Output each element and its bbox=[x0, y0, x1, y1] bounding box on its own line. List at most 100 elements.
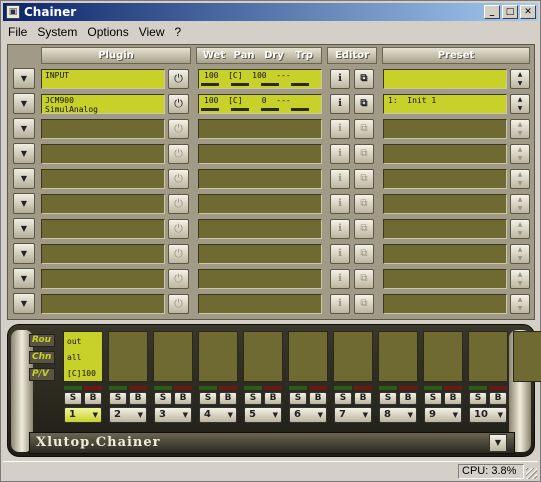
editor-open-icon[interactable]: ⧉ bbox=[354, 69, 374, 89]
bypass-power-icon[interactable]: ⏻ bbox=[168, 69, 189, 89]
slot-menu-button[interactable]: ▼ bbox=[13, 268, 35, 289]
preset-display[interactable] bbox=[383, 119, 507, 139]
slot-menu-button[interactable]: ▼ bbox=[13, 143, 35, 164]
preset-spinner[interactable]: ▲ ▼ bbox=[510, 244, 530, 264]
rack-slot-display[interactable] bbox=[423, 331, 463, 382]
editor-open-icon[interactable]: ⧉ bbox=[354, 94, 374, 114]
editor-info-icon[interactable]: ℹ bbox=[330, 94, 350, 114]
mix-display[interactable] bbox=[198, 169, 322, 189]
preset-spinner[interactable]: ▲ ▼ bbox=[510, 294, 530, 314]
editor-open-icon[interactable]: ⧉ bbox=[354, 294, 374, 314]
menu-system[interactable]: System bbox=[32, 25, 82, 39]
bypass-button[interactable]: B bbox=[264, 392, 282, 405]
bypass-button[interactable]: B bbox=[219, 392, 237, 405]
slot-select-button[interactable]: 1 ▼ bbox=[64, 407, 102, 423]
mix-display[interactable] bbox=[198, 269, 322, 289]
editor-info-icon[interactable]: ℹ bbox=[330, 144, 350, 164]
bypass-power-icon[interactable]: ⏻ bbox=[168, 119, 189, 139]
preset-spinner[interactable]: ▲ ▼ bbox=[510, 269, 530, 289]
minimize-button[interactable]: _ bbox=[484, 5, 500, 19]
editor-open-icon[interactable]: ⧉ bbox=[354, 244, 374, 264]
solo-button[interactable]: S bbox=[199, 392, 217, 405]
bypass-power-icon[interactable]: ⏻ bbox=[168, 169, 189, 189]
editor-info-icon[interactable]: ℹ bbox=[330, 219, 350, 239]
slot-select-button[interactable]: 6 ▼ bbox=[289, 407, 327, 423]
slot-select-button[interactable]: 3 ▼ bbox=[154, 407, 192, 423]
solo-button[interactable]: S bbox=[379, 392, 397, 405]
preset-display[interactable] bbox=[383, 294, 507, 314]
menu-help[interactable]: ? bbox=[170, 25, 187, 39]
preset-display[interactable]: 1: Init 1 bbox=[383, 94, 507, 114]
preset-spinner[interactable]: ▲ ▼ bbox=[510, 169, 530, 189]
bypass-power-icon[interactable]: ⏻ bbox=[168, 294, 189, 314]
slot-menu-button[interactable]: ▼ bbox=[13, 193, 35, 214]
preset-display[interactable] bbox=[383, 169, 507, 189]
editor-info-icon[interactable]: ℹ bbox=[330, 69, 350, 89]
plugin-display[interactable]: INPUT bbox=[41, 69, 165, 89]
maximize-button[interactable]: □ bbox=[502, 5, 518, 19]
solo-button[interactable]: S bbox=[334, 392, 352, 405]
slot-menu-button[interactable]: ▼ bbox=[13, 243, 35, 264]
bypass-power-icon[interactable]: ⏻ bbox=[168, 144, 189, 164]
mix-display[interactable] bbox=[198, 194, 322, 214]
mix-display[interactable] bbox=[198, 244, 322, 264]
rack-slot-display[interactable] bbox=[333, 331, 373, 382]
preset-spinner[interactable]: ▲ ▼ bbox=[510, 94, 530, 114]
editor-open-icon[interactable]: ⧉ bbox=[354, 269, 374, 289]
editor-open-icon[interactable]: ⧉ bbox=[354, 119, 374, 139]
solo-button[interactable]: S bbox=[154, 392, 172, 405]
slot-menu-button[interactable]: ▼ bbox=[13, 168, 35, 189]
solo-button[interactable]: S bbox=[469, 392, 487, 405]
bypass-power-icon[interactable]: ⏻ bbox=[168, 94, 189, 114]
slot-select-button[interactable]: 7 ▼ bbox=[334, 407, 372, 423]
plugin-display[interactable] bbox=[41, 169, 165, 189]
bypass-power-icon[interactable]: ⏻ bbox=[168, 269, 189, 289]
preset-spinner[interactable]: ▲ ▼ bbox=[510, 194, 530, 214]
mix-display[interactable] bbox=[198, 294, 322, 314]
mix-display[interactable] bbox=[198, 144, 322, 164]
plugin-display[interactable] bbox=[41, 194, 165, 214]
bypass-power-icon[interactable]: ⏻ bbox=[168, 194, 189, 214]
editor-info-icon[interactable]: ℹ bbox=[330, 294, 350, 314]
menu-file[interactable]: File bbox=[3, 25, 32, 39]
rack-slot-display[interactable] bbox=[243, 331, 283, 382]
resize-grip-icon[interactable] bbox=[526, 468, 537, 479]
solo-button[interactable]: S bbox=[109, 392, 127, 405]
editor-info-icon[interactable]: ℹ bbox=[330, 244, 350, 264]
editor-open-icon[interactable]: ⧉ bbox=[354, 144, 374, 164]
bypass-power-icon[interactable]: ⏻ bbox=[168, 244, 189, 264]
editor-open-icon[interactable]: ⧉ bbox=[354, 219, 374, 239]
rack-slot-display[interactable] bbox=[468, 331, 508, 382]
mix-display[interactable] bbox=[198, 119, 322, 139]
close-button[interactable]: ✕ bbox=[520, 5, 536, 19]
preset-spinner[interactable]: ▲ ▼ bbox=[510, 119, 530, 139]
slot-menu-button[interactable]: ▼ bbox=[13, 293, 35, 314]
editor-info-icon[interactable]: ℹ bbox=[330, 169, 350, 189]
plugin-display[interactable] bbox=[41, 144, 165, 164]
bypass-button[interactable]: B bbox=[399, 392, 417, 405]
bypass-power-icon[interactable]: ⏻ bbox=[168, 219, 189, 239]
bypass-button[interactable]: B bbox=[444, 392, 462, 405]
plugin-display[interactable] bbox=[41, 269, 165, 289]
plugin-display[interactable] bbox=[41, 119, 165, 139]
slot-menu-button[interactable]: ▼ bbox=[13, 68, 35, 89]
bypass-button[interactable]: B bbox=[84, 392, 102, 405]
rack-slot-display[interactable] bbox=[108, 331, 148, 382]
bypass-button[interactable]: B bbox=[354, 392, 372, 405]
mix-display[interactable] bbox=[198, 219, 322, 239]
rack-slot-display[interactable] bbox=[198, 331, 238, 382]
preset-spinner[interactable]: ▲ ▼ bbox=[510, 69, 530, 89]
plugin-display[interactable] bbox=[41, 244, 165, 264]
bypass-button[interactable]: B bbox=[129, 392, 147, 405]
slot-menu-button[interactable]: ▼ bbox=[13, 93, 35, 114]
solo-button[interactable]: S bbox=[424, 392, 442, 405]
plugin-display[interactable]: JCM900 SimulAnalog bbox=[41, 94, 165, 114]
plugin-display[interactable] bbox=[41, 219, 165, 239]
preset-display[interactable] bbox=[383, 144, 507, 164]
preset-display[interactable] bbox=[383, 244, 507, 264]
menu-view[interactable]: View bbox=[134, 25, 170, 39]
bypass-button[interactable]: B bbox=[309, 392, 327, 405]
preset-display[interactable] bbox=[383, 269, 507, 289]
slot-select-button[interactable]: 2 ▼ bbox=[109, 407, 147, 423]
rack-slot-display[interactable] bbox=[153, 331, 193, 382]
